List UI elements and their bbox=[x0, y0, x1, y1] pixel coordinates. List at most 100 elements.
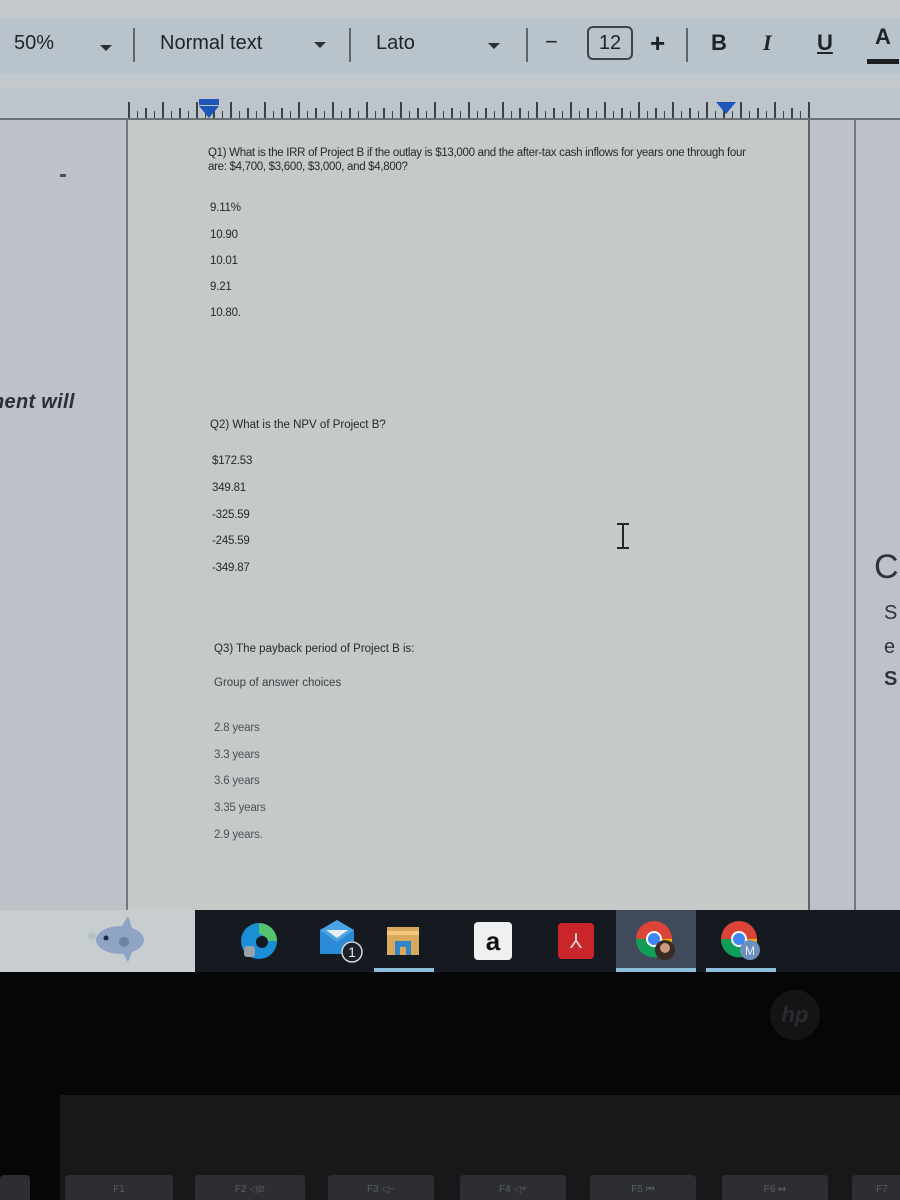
ruler-tick bbox=[782, 111, 784, 118]
fish-icon[interactable] bbox=[82, 916, 152, 962]
keyboard-key bbox=[0, 1175, 30, 1200]
ruler-tick bbox=[357, 111, 359, 118]
ruler-tick bbox=[672, 102, 674, 118]
chrome-icon[interactable]: M bbox=[718, 918, 764, 964]
q1-option[interactable]: 10.80. bbox=[210, 307, 241, 319]
mail-icon[interactable]: 1 bbox=[318, 918, 364, 964]
widgets-area[interactable] bbox=[0, 910, 195, 972]
windows-taskbar: 1 a ⅄ M bbox=[0, 910, 900, 972]
increase-font-size-button[interactable]: + bbox=[650, 28, 665, 59]
text-cursor-ibeam-icon bbox=[617, 523, 629, 549]
keyboard-key: F5 ⏮ bbox=[590, 1175, 696, 1200]
ruler-tick bbox=[230, 102, 232, 118]
adjacent-page-text: nent will bbox=[0, 391, 75, 413]
q2-option[interactable]: 349.81 bbox=[212, 482, 246, 494]
side-panel-glyph: S bbox=[884, 602, 898, 624]
ruler-tick bbox=[332, 102, 334, 118]
zoom-chevron-down-icon[interactable] bbox=[100, 45, 112, 51]
text-color-button[interactable]: A bbox=[867, 24, 899, 64]
answer-group-heading: Group of answer choices bbox=[214, 677, 342, 689]
folder-icon[interactable] bbox=[380, 918, 426, 964]
underline-button[interactable]: U bbox=[817, 30, 833, 56]
side-panel-glyph: e bbox=[884, 636, 896, 658]
margin-line bbox=[854, 120, 856, 910]
ruler-scale bbox=[128, 94, 810, 118]
ruler-tick bbox=[706, 102, 708, 118]
q1-option[interactable]: 9.21 bbox=[210, 281, 232, 293]
q3-option[interactable]: 3.3 years bbox=[214, 749, 260, 761]
ruler-tick bbox=[170, 111, 172, 118]
ruler-tick bbox=[799, 111, 801, 118]
q3-option[interactable]: 2.9 years. bbox=[214, 829, 263, 841]
keyboard-key: F3 ◁− bbox=[328, 1175, 434, 1200]
ruler-tick bbox=[621, 108, 623, 118]
ruler-tick bbox=[476, 111, 478, 118]
text-color-swatch bbox=[867, 59, 899, 64]
q3-option[interactable]: 2.8 years bbox=[214, 722, 260, 734]
horizontal-ruler[interactable] bbox=[0, 88, 900, 120]
zoom-select[interactable]: 50% bbox=[14, 32, 54, 55]
ruler-tick bbox=[604, 102, 606, 118]
ruler-tick bbox=[595, 111, 597, 118]
ruler-tick bbox=[553, 108, 555, 118]
ruler-tick bbox=[646, 111, 648, 118]
toolbar-divider bbox=[686, 28, 688, 62]
keyboard-key: F2 ◁⊘ bbox=[195, 1175, 305, 1200]
font-family-select[interactable]: Lato bbox=[376, 32, 415, 55]
bold-button[interactable]: B bbox=[711, 30, 727, 56]
ruler-tick bbox=[587, 108, 589, 118]
ruler-tick bbox=[281, 108, 283, 118]
q3-option[interactable]: 3.35 years bbox=[214, 802, 266, 814]
ruler-tick bbox=[442, 111, 444, 118]
chrome-icon[interactable] bbox=[633, 918, 679, 964]
keyboard-key: F1 bbox=[65, 1175, 173, 1200]
ruler-tick bbox=[340, 111, 342, 118]
left-indent-marker[interactable] bbox=[199, 106, 219, 118]
ruler-tick bbox=[323, 111, 325, 118]
style-chevron-down-icon[interactable] bbox=[314, 42, 326, 48]
paragraph-style-select[interactable]: Normal text bbox=[160, 32, 262, 55]
q2-option[interactable]: $172.53 bbox=[212, 455, 252, 467]
ruler-tick bbox=[289, 111, 291, 118]
q2-option[interactable]: -245.59 bbox=[212, 535, 250, 547]
q1-option[interactable]: 10.01 bbox=[210, 255, 238, 267]
acrobat-icon[interactable]: ⅄ bbox=[553, 918, 599, 964]
right-indent-marker[interactable] bbox=[716, 102, 736, 114]
ruler-tick bbox=[748, 111, 750, 118]
svg-text:M: M bbox=[745, 944, 755, 958]
first-line-indent-marker[interactable] bbox=[199, 99, 219, 105]
font-size-value: 12 bbox=[598, 31, 622, 54]
font-size-input[interactable]: 12 bbox=[587, 26, 633, 60]
italic-button[interactable]: I bbox=[763, 30, 772, 56]
text-color-letter: A bbox=[875, 24, 891, 49]
ruler-tick bbox=[366, 102, 368, 118]
ruler-tick bbox=[187, 111, 189, 118]
amazon-icon[interactable]: a bbox=[470, 918, 516, 964]
ruler-tick bbox=[808, 102, 810, 118]
ruler-tick bbox=[527, 111, 529, 118]
edge-icon[interactable] bbox=[236, 918, 282, 964]
ruler-tick bbox=[697, 111, 699, 118]
decrease-font-size-button[interactable]: − bbox=[545, 29, 558, 55]
paragraph-style-value: Normal text bbox=[160, 32, 263, 54]
font-chevron-down-icon[interactable] bbox=[488, 43, 500, 49]
q1-option[interactable]: 9.11% bbox=[210, 202, 241, 214]
ruler-tick bbox=[502, 102, 504, 118]
ruler-tick bbox=[536, 102, 538, 118]
q2-option[interactable]: -349.87 bbox=[212, 562, 250, 574]
ruler-tick bbox=[544, 111, 546, 118]
ruler-tick bbox=[578, 111, 580, 118]
keyboard-key: F4 ◁+ bbox=[460, 1175, 566, 1200]
ruler-tick bbox=[153, 111, 155, 118]
q2-option[interactable]: -325.59 bbox=[212, 509, 250, 521]
q1-option[interactable]: 10.90 bbox=[210, 229, 238, 241]
hp-logo: hp bbox=[770, 990, 820, 1040]
ruler-tick bbox=[459, 111, 461, 118]
ruler-tick bbox=[400, 102, 402, 118]
gutter-mark bbox=[60, 174, 66, 177]
ruler-tick bbox=[638, 102, 640, 118]
ruler-tick bbox=[298, 102, 300, 118]
ruler-tick bbox=[765, 111, 767, 118]
ruler-tick bbox=[391, 111, 393, 118]
q3-option[interactable]: 3.6 years bbox=[214, 775, 260, 787]
